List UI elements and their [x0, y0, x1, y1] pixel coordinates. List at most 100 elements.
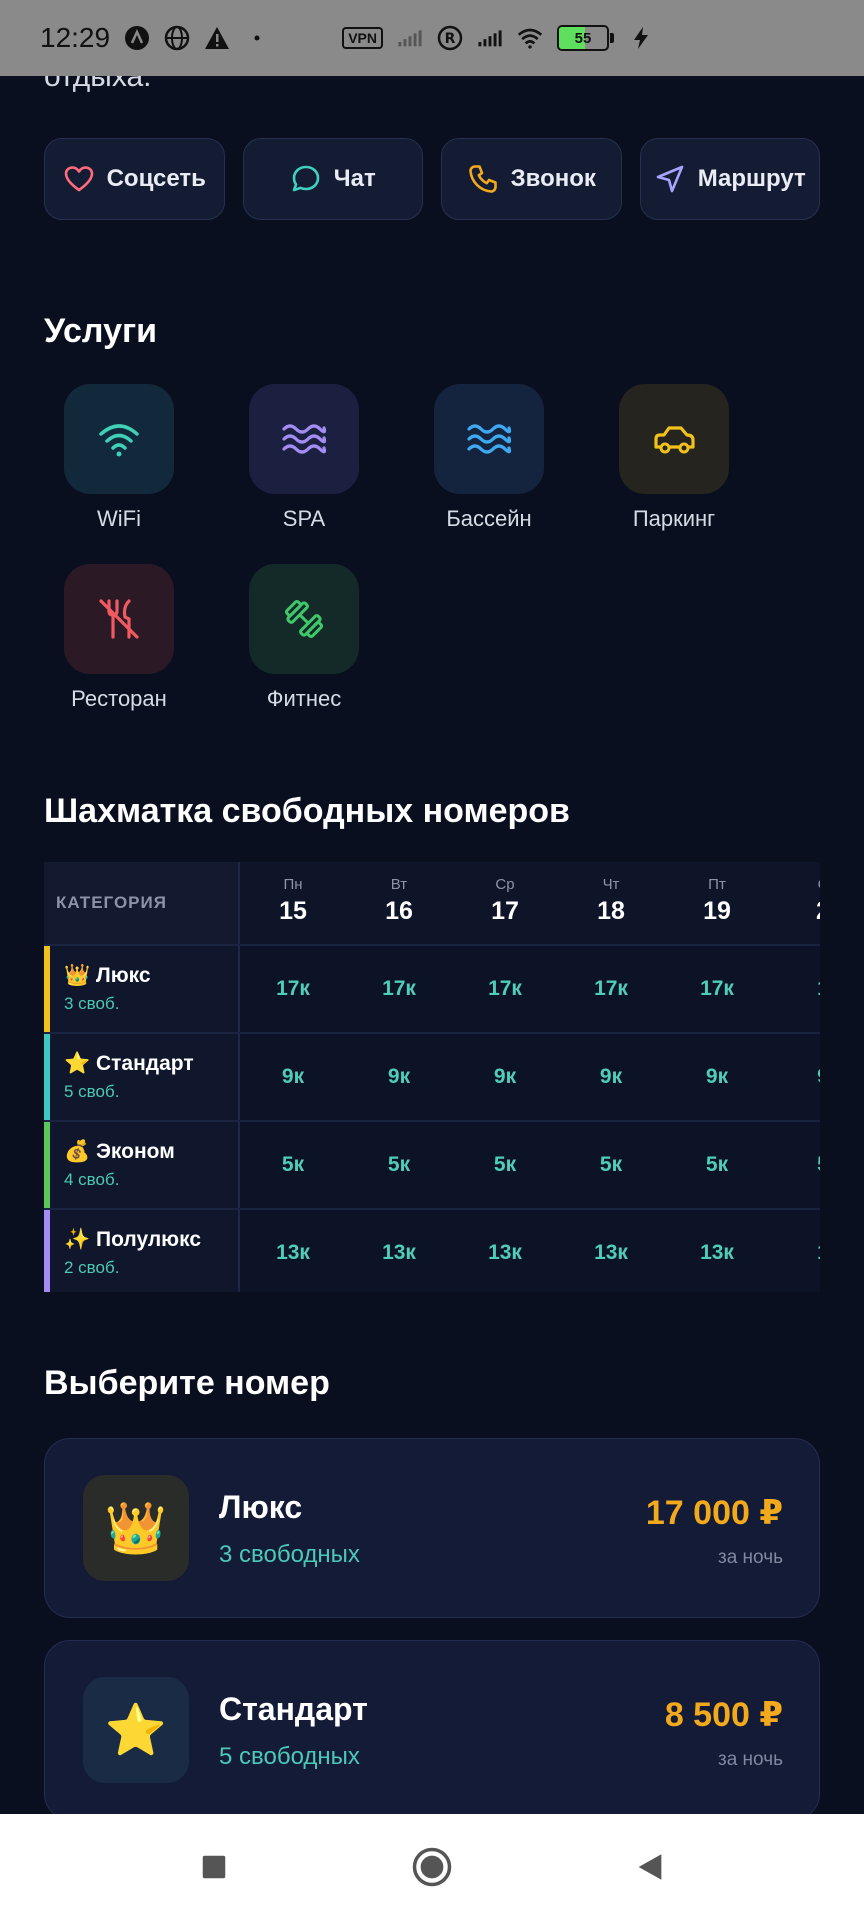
grid-cell[interactable]: 13к — [664, 1210, 770, 1292]
service-fitness[interactable]: Фитнес — [229, 564, 379, 712]
charging-bolt-icon — [628, 25, 654, 51]
crown-icon: 👑 — [83, 1475, 189, 1581]
status-bar: 12:29 VPN R 55 — [0, 0, 864, 76]
heart-icon — [64, 166, 93, 192]
route-button[interactable]: Маршрут — [639, 138, 820, 220]
availability-grid[interactable]: КАТЕГОРИЯ Пн15 Вт16 Ср17 Чт18 Пт19 С2 👑 … — [44, 862, 820, 1292]
service-label: Фитнес — [266, 686, 342, 711]
grid-row-semilux[interactable]: ✨ Полулюкс 2 своб. 13к 13к 13к 13к 13к 1 — [44, 1210, 820, 1292]
grid-cell[interactable]: 5к — [558, 1122, 664, 1208]
grid-cell[interactable]: 17к — [240, 946, 346, 1032]
room-price-unit: за ночь — [718, 1547, 783, 1568]
service-wifi[interactable]: WiFi — [44, 384, 194, 532]
vpn-badge: VPN — [342, 27, 383, 49]
grid-cell[interactable]: 1 — [770, 946, 820, 1032]
back-triangle-icon[interactable] — [626, 1843, 674, 1891]
scroll-content[interactable]: отдыха. Соцсеть Чат Звонок Маршрут Услуг… — [0, 76, 864, 1814]
battery-indicator: 55 — [557, 25, 614, 51]
grid-cell[interactable]: 9к — [240, 1034, 346, 1120]
grid-day: Пн 15 — [279, 876, 307, 925]
grid-row-standard[interactable]: ⭐ Стандарт 5 своб. 9к 9к 9к 9к 9к 9 — [44, 1034, 820, 1120]
service-label: Паркинг — [632, 506, 716, 531]
service-label: Бассейн — [446, 506, 532, 531]
grid-cell[interactable]: 5к — [452, 1122, 558, 1208]
service-label: WiFi — [97, 506, 141, 531]
grid-day: С2 — [770, 862, 820, 944]
grid-cell[interactable]: 17к — [558, 946, 664, 1032]
grid-cell[interactable]: 17к — [664, 946, 770, 1032]
grid-row-category: ⭐ Стандарт 5 своб. — [44, 1034, 240, 1120]
room-card-lux[interactable]: 👑 Люкс 3 свободных 17 000 ₽ за ночь — [44, 1438, 820, 1618]
car-icon — [654, 426, 695, 454]
room-availability: 5 свободных — [219, 1743, 360, 1770]
room-availability: 3 свободных — [219, 1541, 360, 1568]
grid-row-lux[interactable]: 👑 Люкс 3 своб. 17к 17к 17к 17к 17к 1 — [44, 946, 820, 1032]
chat-button[interactable]: Чат — [242, 138, 423, 220]
grid-cell[interactable]: 9к — [346, 1034, 452, 1120]
service-label: Ресторан — [71, 686, 167, 711]
service-tile — [619, 384, 729, 494]
social-button-label: Соцсеть — [106, 165, 206, 192]
globe-icon — [164, 25, 190, 51]
grid-row-category: 💰 Эконом 4 своб. — [44, 1122, 240, 1208]
service-tile — [434, 384, 544, 494]
service-restaurant[interactable]: Ресторан — [44, 564, 194, 712]
chat-bubble-icon — [292, 165, 320, 192]
star-icon: ⭐ — [83, 1677, 189, 1783]
app-notification-icon — [124, 25, 150, 51]
call-button-label: Звонок — [510, 165, 596, 192]
grid-cell[interactable]: 13к — [346, 1210, 452, 1292]
recents-square-icon[interactable] — [190, 1843, 238, 1891]
room-name: Люкс — [219, 1489, 303, 1525]
grid-row-category: ✨ Полулюкс 2 своб. — [44, 1210, 240, 1292]
grid-day: Вт 16 — [385, 876, 413, 925]
grid-row-economy[interactable]: 💰 Эконом 4 своб. 5к 5к 5к 5к 5к 5 — [44, 1122, 820, 1208]
waves-icon — [282, 424, 327, 454]
service-pool[interactable]: Бассейн — [414, 384, 564, 532]
grid-cell[interactable]: 9к — [664, 1034, 770, 1120]
grid-day: Пт 19 — [703, 876, 731, 925]
room-price-unit: за ночь — [718, 1749, 783, 1770]
service-tile — [64, 564, 174, 674]
signal-weak-icon — [397, 25, 423, 51]
svg-text:R: R — [445, 31, 456, 47]
grid-cell[interactable]: 1 — [770, 1210, 820, 1292]
social-button[interactable]: Соцсеть — [44, 138, 225, 220]
dot-icon — [244, 25, 270, 51]
grid-day: Ср 17 — [491, 876, 519, 925]
grid-cell[interactable]: 13к — [452, 1210, 558, 1292]
grid-title: Шахматка свободных номеров — [44, 792, 570, 830]
navigation-arrow-icon — [656, 165, 684, 193]
intro-text: отдыха. — [44, 76, 152, 93]
grid-cell[interactable]: 9к — [452, 1034, 558, 1120]
grid-cell[interactable]: 5 — [770, 1122, 820, 1208]
room-card-standard[interactable]: ⭐ Стандарт 5 свободных 8 500 ₽ за ночь — [44, 1640, 820, 1814]
grid-row-category: 👑 Люкс 3 своб. — [44, 946, 240, 1032]
service-label: SPA — [282, 506, 326, 531]
room-price: 17 000 ₽ — [645, 1494, 783, 1532]
grid-cell[interactable]: 5к — [240, 1122, 346, 1208]
service-tile — [249, 384, 359, 494]
phone-icon — [468, 165, 497, 193]
grid-cell[interactable]: 9 — [770, 1034, 820, 1120]
roaming-icon: R — [437, 25, 463, 51]
rooms-title: Выберите номер — [44, 1364, 330, 1402]
status-time: 12:29 — [40, 22, 111, 53]
grid-cell[interactable]: 5к — [664, 1122, 770, 1208]
grid-cell[interactable]: 13к — [240, 1210, 346, 1292]
grid-category-header: КАТЕГОРИЯ — [44, 862, 240, 944]
grid-cell[interactable]: 13к — [558, 1210, 664, 1292]
grid-cell[interactable]: 17к — [346, 946, 452, 1032]
grid-cell[interactable]: 17к — [452, 946, 558, 1032]
grid-day: Чт 18 — [597, 876, 625, 925]
call-button[interactable]: Звонок — [441, 138, 622, 220]
grid-cell[interactable]: 5к — [346, 1122, 452, 1208]
signal-strong-icon — [477, 25, 503, 51]
home-circle-icon[interactable] — [408, 1843, 456, 1891]
warning-icon — [204, 25, 230, 51]
contact-actions: Соцсеть Чат Звонок Маршрут — [44, 138, 820, 220]
service-parking[interactable]: Паркинг — [599, 384, 749, 532]
service-spa[interactable]: SPA — [229, 384, 379, 532]
wifi-icon — [99, 424, 139, 457]
grid-cell[interactable]: 9к — [558, 1034, 664, 1120]
